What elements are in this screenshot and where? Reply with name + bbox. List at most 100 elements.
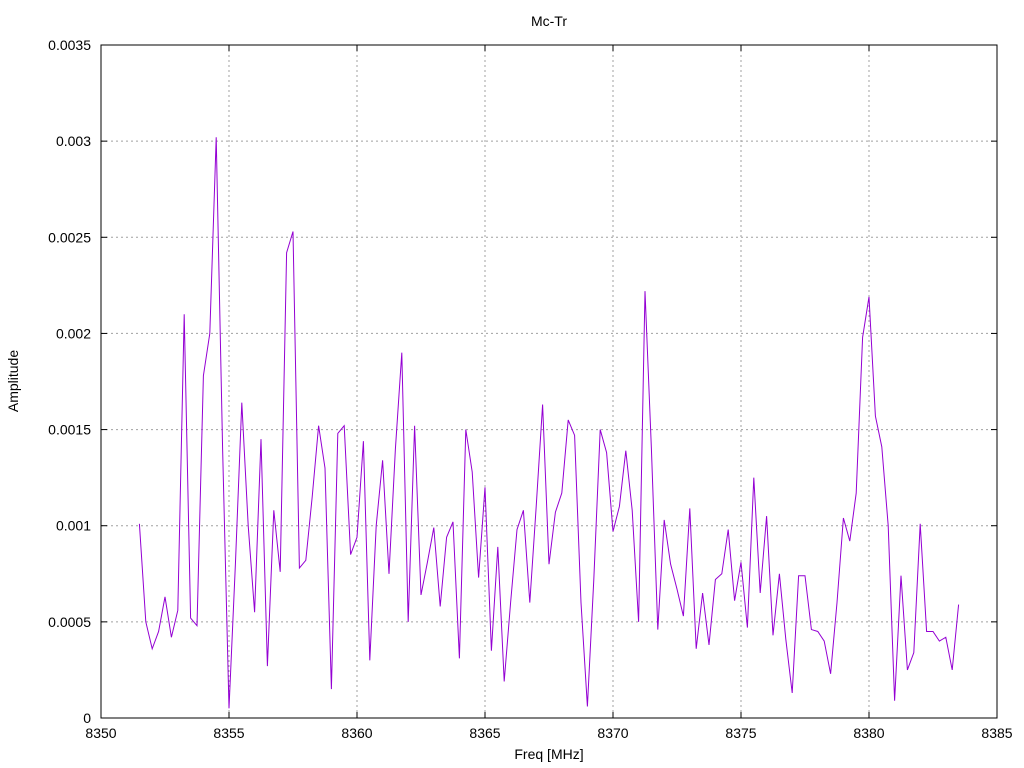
data-point bbox=[235, 564, 236, 565]
data-point bbox=[593, 579, 594, 580]
data-point bbox=[932, 631, 933, 632]
data-point bbox=[740, 562, 741, 563]
data-point bbox=[811, 629, 812, 630]
data-point bbox=[267, 665, 268, 666]
grid bbox=[101, 45, 997, 718]
data-point bbox=[766, 516, 767, 517]
data-point bbox=[446, 537, 447, 538]
data-point bbox=[555, 512, 556, 513]
data-point bbox=[926, 631, 927, 632]
data-point bbox=[721, 573, 722, 574]
data-point bbox=[728, 529, 729, 530]
data-point bbox=[452, 521, 453, 522]
data-point bbox=[843, 517, 844, 518]
data-point bbox=[241, 402, 242, 403]
data-point bbox=[228, 708, 229, 709]
x-axis-label: Freq [MHz] bbox=[514, 746, 583, 762]
data-point bbox=[548, 564, 549, 565]
x-tick-label: 8355 bbox=[213, 725, 244, 741]
data-point bbox=[753, 477, 754, 478]
data-point bbox=[894, 700, 895, 701]
data-point bbox=[510, 602, 511, 603]
data-point bbox=[817, 631, 818, 632]
data-point bbox=[280, 571, 281, 572]
data-point bbox=[363, 441, 364, 442]
data-point bbox=[196, 625, 197, 626]
data-point bbox=[849, 541, 850, 542]
data-point bbox=[856, 492, 857, 493]
y-tick-label: 0.002 bbox=[56, 325, 91, 341]
y-tick-label: 0 bbox=[83, 710, 91, 726]
data-point bbox=[625, 450, 626, 451]
data-point bbox=[644, 291, 645, 292]
y-tick-label: 0.0005 bbox=[48, 614, 91, 630]
x-tick-label: 8365 bbox=[469, 725, 500, 741]
data-point bbox=[299, 567, 300, 568]
data-point bbox=[318, 425, 319, 426]
data-point bbox=[305, 560, 306, 561]
data-point bbox=[420, 594, 421, 595]
data-point bbox=[286, 252, 287, 253]
data-point bbox=[273, 510, 274, 511]
data-point bbox=[862, 337, 863, 338]
data-point bbox=[804, 575, 805, 576]
data-point bbox=[568, 419, 569, 420]
data-point bbox=[651, 448, 652, 449]
data-point bbox=[657, 629, 658, 630]
data-point bbox=[152, 648, 153, 649]
y-tick-label: 0.001 bbox=[56, 518, 91, 534]
data-point bbox=[216, 137, 217, 138]
data-point bbox=[427, 562, 428, 563]
data-point bbox=[523, 510, 524, 511]
x-tick-label: 8385 bbox=[981, 725, 1012, 741]
data-point bbox=[312, 496, 313, 497]
x-tick-label: 8375 bbox=[725, 725, 756, 741]
axis-ticks: 8350 8355 8360 8365 8370 8375 8380 8385 0 0.0005 0… bbox=[48, 37, 1013, 741]
data-point bbox=[171, 637, 172, 638]
x-tick-label: 8370 bbox=[597, 725, 628, 741]
data-point bbox=[145, 621, 146, 622]
data-point bbox=[350, 554, 351, 555]
data-point bbox=[830, 673, 831, 674]
data-point bbox=[139, 523, 140, 524]
series-group bbox=[138, 137, 960, 709]
data-point bbox=[382, 460, 383, 461]
data-point bbox=[337, 433, 338, 434]
data-point bbox=[504, 681, 505, 682]
data-point bbox=[561, 492, 562, 493]
data-point bbox=[376, 525, 377, 526]
data-point bbox=[414, 425, 415, 426]
y-tick-label: 0.0025 bbox=[48, 229, 91, 245]
data-point bbox=[952, 669, 953, 670]
data-point bbox=[401, 352, 402, 353]
data-point bbox=[177, 610, 178, 611]
data-point bbox=[779, 573, 780, 574]
x-tick-label: 8360 bbox=[341, 725, 372, 741]
data-point bbox=[913, 652, 914, 653]
y-tick-label: 0.003 bbox=[56, 133, 91, 149]
data-point bbox=[868, 296, 869, 297]
data-point bbox=[248, 525, 249, 526]
data-point bbox=[606, 452, 607, 453]
data-point bbox=[632, 510, 633, 511]
data-point bbox=[683, 615, 684, 616]
data-point bbox=[395, 448, 396, 449]
data-point bbox=[920, 523, 921, 524]
data-point bbox=[824, 640, 825, 641]
plot-area-border bbox=[100, 44, 998, 719]
data-point bbox=[158, 631, 159, 632]
data-point bbox=[702, 592, 703, 593]
data-point bbox=[459, 658, 460, 659]
data-point bbox=[203, 375, 204, 376]
data-point bbox=[875, 416, 876, 417]
data-point bbox=[324, 467, 325, 468]
data-point bbox=[747, 627, 748, 628]
data-point bbox=[708, 644, 709, 645]
data-point bbox=[331, 689, 332, 690]
data-point bbox=[587, 706, 588, 707]
data-point bbox=[696, 648, 697, 649]
data-point bbox=[664, 519, 665, 520]
data-point bbox=[222, 448, 223, 449]
data-point bbox=[715, 579, 716, 580]
data-point bbox=[772, 635, 773, 636]
